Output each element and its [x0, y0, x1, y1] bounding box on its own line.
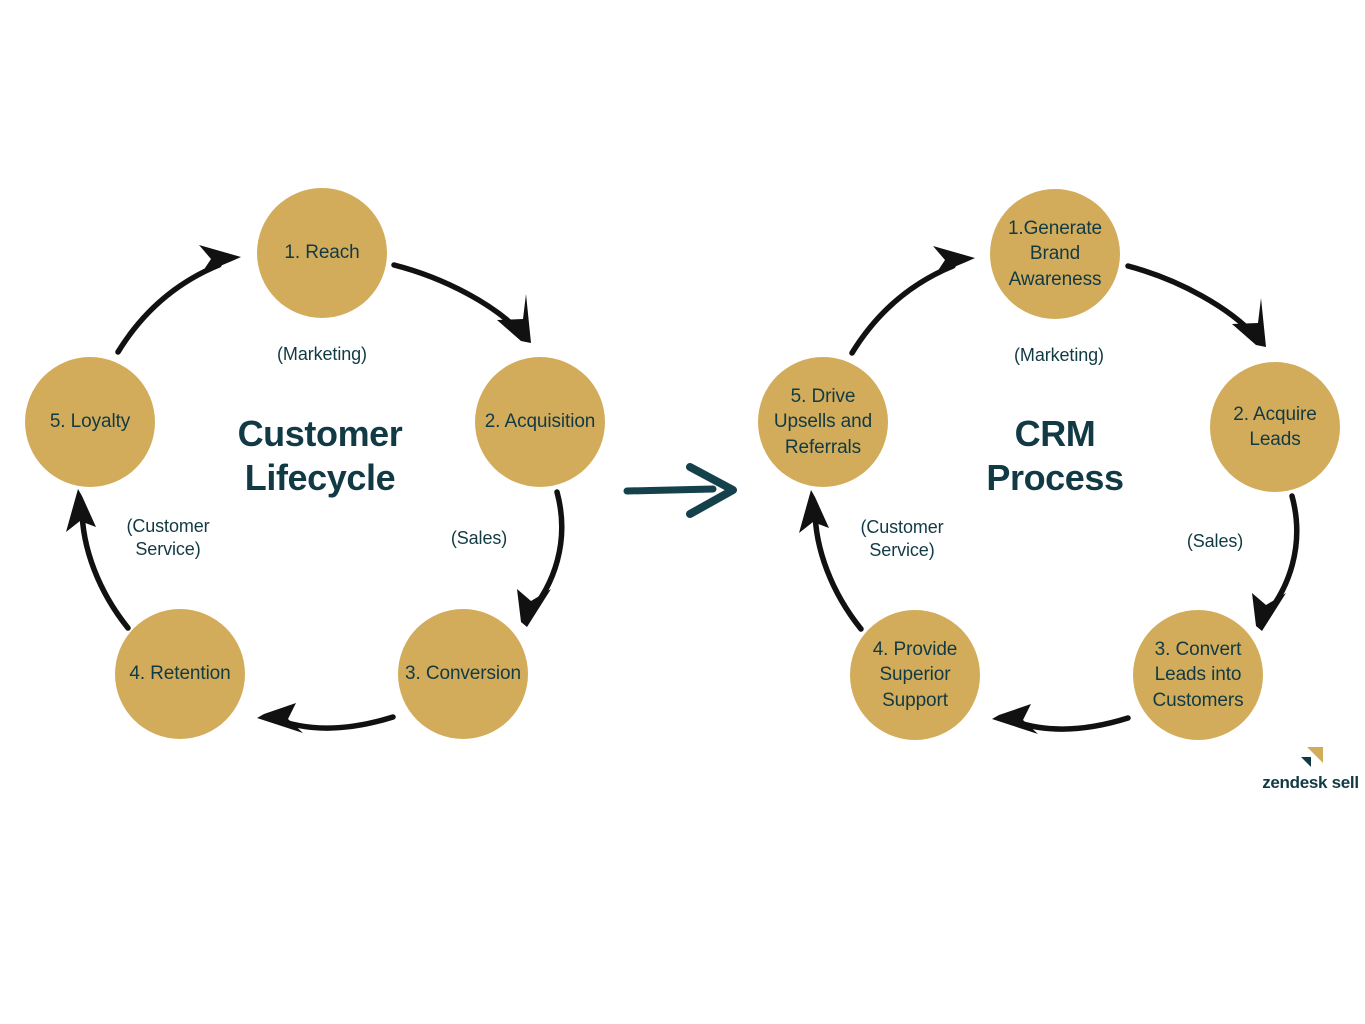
crm-process-diagram: 1.Generate Brand Awareness 2. Acquire Le… — [0, 0, 1365, 1024]
crm-node-4[interactable]: 4. Provide Superior Support — [850, 610, 980, 740]
crm-title-line-2: Process — [986, 456, 1124, 498]
crm-node-5-label: 5. Drive Upsells and Referrals — [773, 386, 873, 458]
crm-node-3-label: 3. Convert Leads into Customers — [1152, 639, 1244, 711]
crm-dept-marketing: (Marketing) — [1014, 345, 1104, 365]
crm-node-4-label: 4. Provide Superior Support — [872, 639, 958, 711]
crm-node-5[interactable]: 5. Drive Upsells and Referrals — [758, 357, 888, 487]
diagram-canvas: 1. Reach 2. Acquisition 3. Conversion 4.… — [0, 0, 1365, 1024]
arrow-acquire-to-convert — [1252, 493, 1300, 631]
crm-dept-customer-service: (Customer Service) — [840, 516, 964, 562]
crm-node-3[interactable]: 3. Convert Leads into Customers — [1133, 610, 1263, 740]
crm-title-line-1: CRM — [1014, 413, 1096, 454]
crm-dept-cs-line-2: Service) — [869, 540, 935, 561]
zendesk-sell-logo: zendesk sell — [1258, 745, 1363, 793]
crm-node-2[interactable]: 2. Acquire Leads — [1210, 362, 1340, 492]
crm-arrows — [799, 246, 1300, 734]
crm-center-title: CRM Process — [915, 412, 1195, 500]
crm-node-1[interactable]: 1.Generate Brand Awareness — [990, 189, 1120, 319]
zendesk-triangle-icon — [1300, 747, 1323, 767]
arrow-convert-to-support — [992, 704, 1131, 734]
arrow-upsells-to-awareness — [849, 246, 975, 356]
zendesk-sell-logo-text: zendesk sell — [1262, 773, 1359, 792]
crm-dept-cs-line-1: (Customer — [860, 517, 944, 537]
arrow-awareness-to-acquire — [1125, 263, 1266, 347]
crm-node-1-label: 1.Generate Brand Awareness — [1007, 218, 1103, 290]
crm-dept-sales: (Sales) — [1186, 531, 1244, 551]
crm-node-2-label: 2. Acquire Leads — [1233, 403, 1317, 450]
